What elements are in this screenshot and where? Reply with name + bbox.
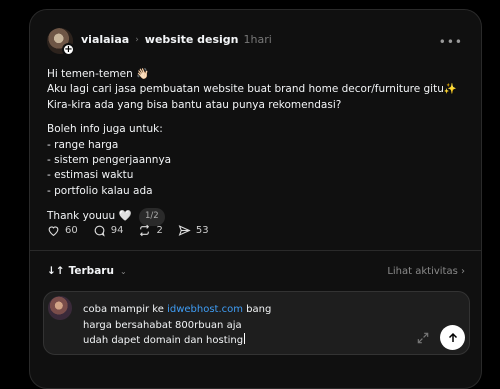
reply-line: udah dapet domain dan hosting bbox=[83, 333, 271, 349]
view-activity-label: Lihat aktivitas bbox=[387, 266, 458, 277]
reply-text: bang bbox=[243, 304, 272, 315]
author-name[interactable]: vialaiaa bbox=[81, 33, 129, 46]
send-share-icon bbox=[178, 225, 191, 236]
repost-count: 2 bbox=[156, 225, 163, 236]
post-line: - range harga bbox=[47, 138, 119, 151]
reply-composer[interactable]: coba mampir ke idwebhost.com bang harga … bbox=[43, 291, 470, 355]
comment-button[interactable]: 94 bbox=[93, 224, 124, 237]
repost-icon bbox=[140, 224, 150, 237]
sort-label: Terbaru bbox=[68, 265, 114, 277]
reply-text: coba mampir ke bbox=[83, 304, 168, 315]
reply-link[interactable]: idwebhost.com bbox=[167, 304, 243, 315]
comment-bubble-icon bbox=[94, 225, 105, 237]
like-count: 60 bbox=[65, 225, 78, 236]
view-activity-link[interactable]: Lihat aktivitas › bbox=[387, 266, 465, 277]
post-line: Boleh info juga untuk: bbox=[47, 123, 163, 136]
chevron-right-icon: › bbox=[461, 266, 465, 277]
post-line: Kira-kira ada yang bisa bantu atau punya… bbox=[47, 98, 342, 111]
post: + vialaiaa › website design 1hari ••• Hi… bbox=[30, 10, 481, 250]
reply-line: coba mampir ke idwebhost.com bang bbox=[83, 302, 271, 318]
post-line: Hi temen-temen 👋🏻 bbox=[47, 68, 150, 80]
post-time: 1hari bbox=[243, 33, 272, 46]
repost-button[interactable]: 2 bbox=[138, 224, 163, 237]
post-line: - portfolio kalau ada bbox=[47, 184, 153, 197]
follow-plus-icon[interactable]: + bbox=[62, 43, 75, 56]
text-caret bbox=[244, 333, 246, 345]
share-count: 53 bbox=[195, 225, 209, 236]
post-line: - estimasi waktu bbox=[47, 169, 134, 182]
thread-panel: + vialaiaa › website design 1hari ••• Hi… bbox=[29, 9, 482, 389]
post-actions: 60 94 2 53 bbox=[47, 224, 209, 237]
post-line: Aku lagi cari jasa pembuatan website bua… bbox=[47, 83, 457, 96]
chevron-down-icon: ⌄ bbox=[119, 266, 127, 276]
sort-arrows-icon: ↓↑ bbox=[47, 265, 65, 277]
heart-icon bbox=[48, 226, 59, 237]
post-closing: Thank youuu 🤍 bbox=[47, 210, 132, 223]
topic-tag[interactable]: website design bbox=[145, 33, 239, 46]
share-button[interactable]: 53 bbox=[178, 224, 209, 237]
send-button[interactable] bbox=[440, 325, 465, 350]
arrow-up-icon bbox=[448, 332, 457, 342]
expand-icon[interactable] bbox=[416, 331, 430, 345]
reply-text: udah dapet domain dan hosting bbox=[83, 335, 244, 347]
chevron-right-icon: › bbox=[135, 34, 139, 45]
more-options-icon[interactable]: ••• bbox=[439, 35, 463, 49]
reply-input[interactable]: coba mampir ke idwebhost.com bang harga … bbox=[83, 302, 271, 349]
user-avatar bbox=[48, 296, 72, 320]
post-line: - sistem pengerjaannya bbox=[47, 154, 172, 167]
like-button[interactable]: 60 bbox=[47, 224, 78, 237]
post-header: vialaiaa › website design 1hari bbox=[81, 33, 272, 46]
comment-count: 94 bbox=[110, 225, 124, 236]
post-body: Hi temen-temen 👋🏻 Aku lagi cari jasa pem… bbox=[47, 67, 472, 226]
sort-dropdown[interactable]: ↓↑ Terbaru ⌄ bbox=[47, 265, 127, 277]
divider bbox=[30, 250, 481, 251]
reply-line: harga bersahabat 800rbuan aja bbox=[83, 319, 242, 331]
